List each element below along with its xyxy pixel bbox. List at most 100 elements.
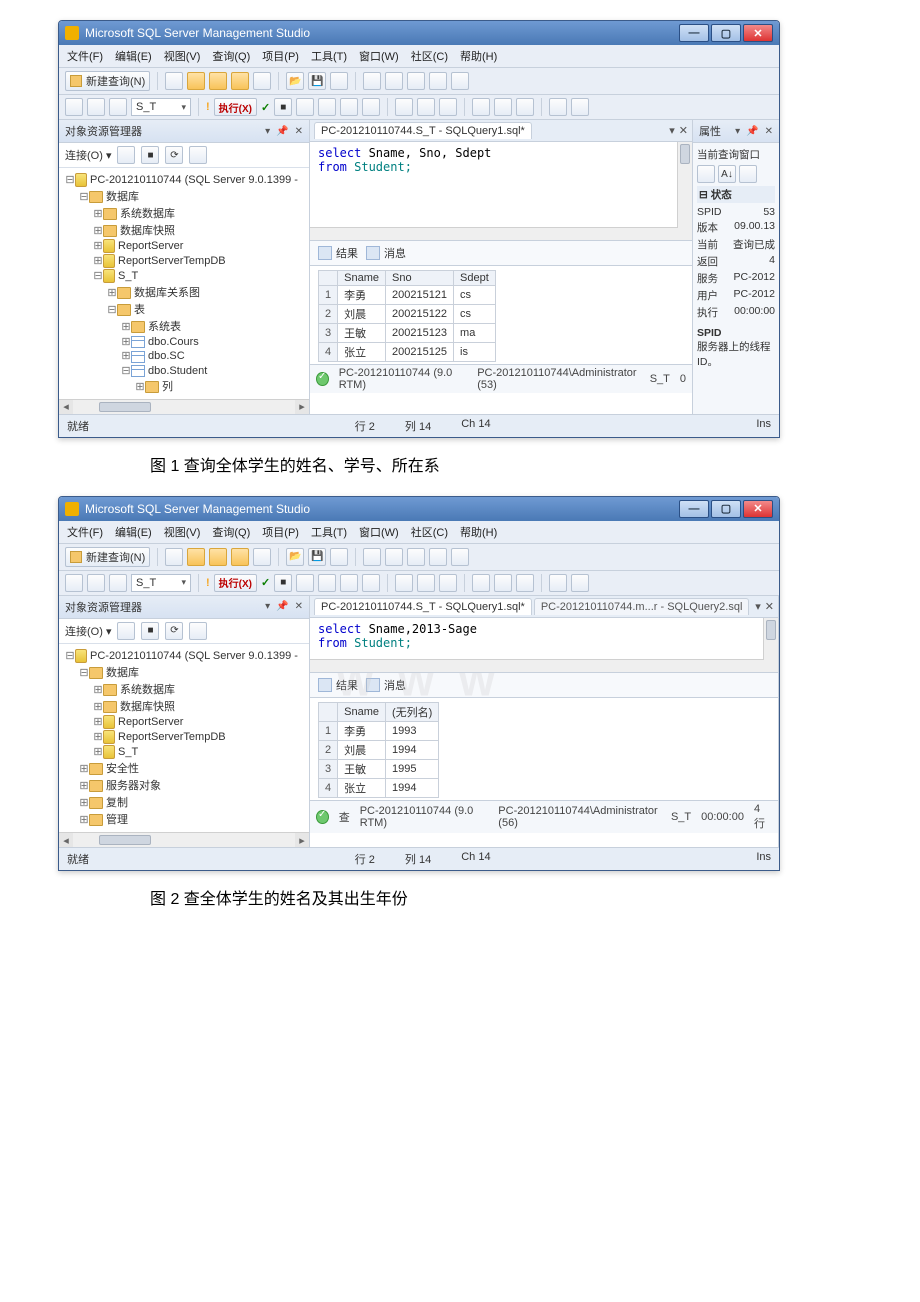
tree-item-reportservertempdb[interactable]: ReportServerTempDB: [118, 255, 226, 267]
prop-page-icon[interactable]: [739, 165, 757, 183]
tab-close-icon[interactable]: ✕: [765, 600, 774, 613]
messages-tab[interactable]: 消息: [366, 677, 406, 693]
scroll-thumb[interactable]: [99, 402, 151, 412]
dropdown-icon[interactable]: ▾: [265, 601, 270, 612]
menu-tools[interactable]: 工具(T): [311, 48, 347, 64]
new-file-icon[interactable]: [165, 72, 183, 90]
uncomment-icon[interactable]: [494, 574, 512, 592]
database-combo[interactable]: S_T▾: [131, 574, 191, 592]
panel2-icon[interactable]: [87, 574, 105, 592]
tree-diagrams[interactable]: 数据库关系图: [134, 287, 200, 299]
panel2-icon[interactable]: [87, 98, 105, 116]
comment-icon[interactable]: [472, 98, 490, 116]
script3-icon[interactable]: [407, 72, 425, 90]
tree-item-reportserver[interactable]: ReportServer: [118, 716, 183, 728]
tree-databases[interactable]: 数据库: [106, 191, 139, 203]
tree-tables[interactable]: 表: [134, 304, 145, 316]
stop-srv-icon[interactable]: ■: [141, 622, 159, 640]
menu-help[interactable]: 帮助(H): [460, 48, 497, 64]
panel-icon[interactable]: [65, 574, 83, 592]
pin-icon[interactable]: 📌: [746, 126, 758, 137]
pin-icon[interactable]: 📌: [276, 601, 288, 612]
scroll-right-icon[interactable]: ▸: [295, 833, 309, 847]
open-db2-icon[interactable]: [209, 72, 227, 90]
menu-edit[interactable]: 编辑(E): [115, 524, 152, 540]
object-explorer-hscroll[interactable]: ◂ ▸: [59, 832, 309, 847]
maximize-button[interactable]: ▢: [711, 24, 741, 42]
table-row[interactable]: 2刘晨1994: [319, 740, 439, 759]
results-tab[interactable]: 结果: [318, 677, 358, 693]
tree-management[interactable]: 管理: [106, 814, 128, 826]
results-tab[interactable]: 结果: [318, 245, 358, 261]
tree-item-sysdb[interactable]: 系统数据库: [120, 684, 175, 696]
parse-check-icon[interactable]: ✓: [261, 101, 270, 114]
results-grid[interactable]: Sname Sno Sdept 1李勇200215121cs 2刘晨200215…: [310, 266, 692, 364]
uncomment-icon[interactable]: [494, 98, 512, 116]
table-row[interactable]: 1李勇1993: [319, 721, 439, 740]
menu-project[interactable]: 项目(P): [262, 524, 299, 540]
script3-icon[interactable]: [407, 548, 425, 566]
table-row[interactable]: 2刘晨200215122cs: [319, 305, 496, 324]
tree-dbo-sc[interactable]: dbo.SC: [148, 350, 185, 362]
table-row[interactable]: 1李勇200215121cs: [319, 286, 496, 305]
open-folder-icon[interactable]: 📂: [286, 72, 304, 90]
script4-icon[interactable]: [429, 548, 447, 566]
connect-srv-icon[interactable]: [117, 622, 135, 640]
table-row[interactable]: 4张立200215125is: [319, 343, 496, 362]
menu-query[interactable]: 查询(Q): [212, 48, 250, 64]
edit-plan-icon[interactable]: [340, 574, 358, 592]
outdent-icon[interactable]: [549, 574, 567, 592]
results-file-icon[interactable]: [439, 574, 457, 592]
execute-button[interactable]: 执行(X): [214, 574, 257, 592]
results-text-icon[interactable]: [395, 98, 413, 116]
tree-item-sysdb[interactable]: 系统数据库: [120, 208, 175, 220]
tab-close-icon[interactable]: ✕: [679, 124, 688, 137]
object-explorer-hscroll[interactable]: ◂ ▸: [59, 399, 309, 414]
stop-icon[interactable]: ■: [274, 98, 292, 116]
script-icon[interactable]: [363, 72, 381, 90]
chars-icon[interactable]: [362, 574, 380, 592]
table-row[interactable]: 4张立1994: [319, 778, 439, 797]
filter-icon[interactable]: [189, 146, 207, 164]
object-explorer-tree[interactable]: ⊟PC-201210110744 (SQL Server 9.0.1399 - …: [59, 168, 309, 399]
scroll-right-icon[interactable]: ▸: [295, 400, 309, 414]
menu-window[interactable]: 窗口(W): [359, 48, 399, 64]
stop-icon[interactable]: ■: [274, 574, 292, 592]
save-icon[interactable]: 💾: [308, 72, 326, 90]
chars-icon[interactable]: [362, 98, 380, 116]
menu-file[interactable]: 文件(F): [67, 48, 103, 64]
close-pane-icon[interactable]: ✕: [295, 126, 303, 137]
col-sdept[interactable]: Sdept: [454, 271, 496, 286]
refresh-icon[interactable]: ⟳: [165, 146, 183, 164]
dropdown-icon[interactable]: ▾: [735, 126, 740, 137]
save-icon[interactable]: 💾: [308, 548, 326, 566]
tree-item-snapshot[interactable]: 数据库快照: [120, 701, 175, 713]
panel3-icon[interactable]: [109, 574, 127, 592]
minimize-button[interactable]: —: [679, 24, 709, 42]
tree-columns[interactable]: 列: [162, 381, 173, 393]
scroll-left-icon[interactable]: ◂: [59, 833, 73, 847]
close-button[interactable]: ✕: [743, 500, 773, 518]
refresh-icon[interactable]: ⟳: [165, 622, 183, 640]
close-pane-icon[interactable]: ✕: [295, 601, 303, 612]
debug-icon[interactable]: [296, 574, 314, 592]
editor-vscroll[interactable]: [677, 142, 692, 240]
col-noname[interactable]: (无列名): [385, 702, 438, 721]
open-db-icon[interactable]: [187, 548, 205, 566]
menu-window[interactable]: 窗口(W): [359, 524, 399, 540]
tree-root[interactable]: PC-201210110744 (SQL Server 9.0.1399 -: [90, 650, 298, 662]
scroll-thumb[interactable]: [99, 835, 151, 845]
editor-hscroll[interactable]: [310, 227, 678, 240]
parse-check-icon[interactable]: ✓: [261, 576, 270, 589]
execute-button[interactable]: 执行(X): [214, 98, 257, 116]
tree-root[interactable]: PC-201210110744 (SQL Server 9.0.1399 -: [90, 174, 298, 186]
script2-icon[interactable]: [385, 72, 403, 90]
open-folder-icon[interactable]: 📂: [286, 548, 304, 566]
database-combo[interactable]: S_T▾: [131, 98, 191, 116]
tree-item-snapshot[interactable]: 数据库快照: [120, 225, 175, 237]
specify-values-icon[interactable]: [571, 98, 589, 116]
open-file-icon[interactable]: [253, 548, 271, 566]
estimated-plan-icon[interactable]: [318, 574, 336, 592]
open-db2-icon[interactable]: [209, 548, 227, 566]
save-all-icon[interactable]: [330, 72, 348, 90]
